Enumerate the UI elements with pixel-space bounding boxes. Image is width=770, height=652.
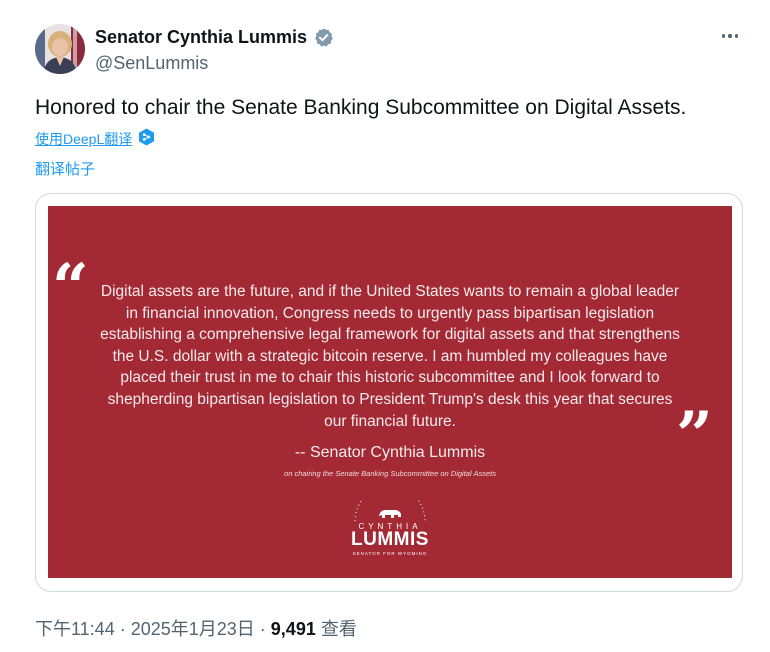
logo-tagline: SENATOR FOR WYOMING [352, 551, 428, 556]
bison-logo-icon [354, 500, 426, 522]
display-name[interactable]: Senator Cynthia Lummis [95, 27, 307, 48]
verified-badge-icon[interactable] [313, 27, 334, 48]
tweet-time[interactable]: 下午11:44 [35, 619, 115, 639]
deepl-translate-link[interactable]: 使用DeepL翻译 [35, 128, 155, 149]
logo-last-name: LUMMIS [351, 529, 429, 550]
handle[interactable]: @SenLummis [95, 53, 334, 74]
tweet-text: Honored to chair the Senate Banking Subc… [35, 96, 687, 119]
views-label: 查看 [315, 619, 357, 639]
deepl-label[interactable]: 使用DeepL翻译 [35, 129, 132, 149]
author-block: Senator Cynthia Lummis @SenLummis [95, 25, 334, 74]
quote-card-image: “ Digital assets are the future, and if … [48, 206, 732, 578]
open-quote-mark: “ [52, 250, 89, 325]
media-attachment[interactable]: “ Digital assets are the future, and if … [35, 193, 743, 592]
tweet-date[interactable]: 2025年1月23日 [131, 619, 255, 639]
quote-attribution: -- Senator Cynthia Lummis [294, 444, 486, 461]
avatar[interactable] [35, 24, 85, 74]
tweet-meta: 下午11:44 · 2025年1月23日 · 9,491 查看 [35, 615, 357, 641]
deepl-icon [138, 128, 155, 149]
quote-text: Digital assets are the future, and if th… [100, 283, 680, 430]
lummis-logo: CYNTHIA LUMMIS SENATOR FOR WYOMING [339, 500, 441, 566]
more-options-icon[interactable] [716, 26, 744, 46]
meta-separator: · [114, 619, 131, 639]
translate-post-link[interactable]: 翻译帖子 [35, 158, 95, 179]
views-count[interactable]: 9,491 [271, 619, 316, 639]
avatar-image [35, 24, 85, 74]
quote-attribution-subtitle: on chairing the Senate Banking Subcommit… [284, 469, 496, 478]
meta-separator: · [254, 619, 271, 639]
